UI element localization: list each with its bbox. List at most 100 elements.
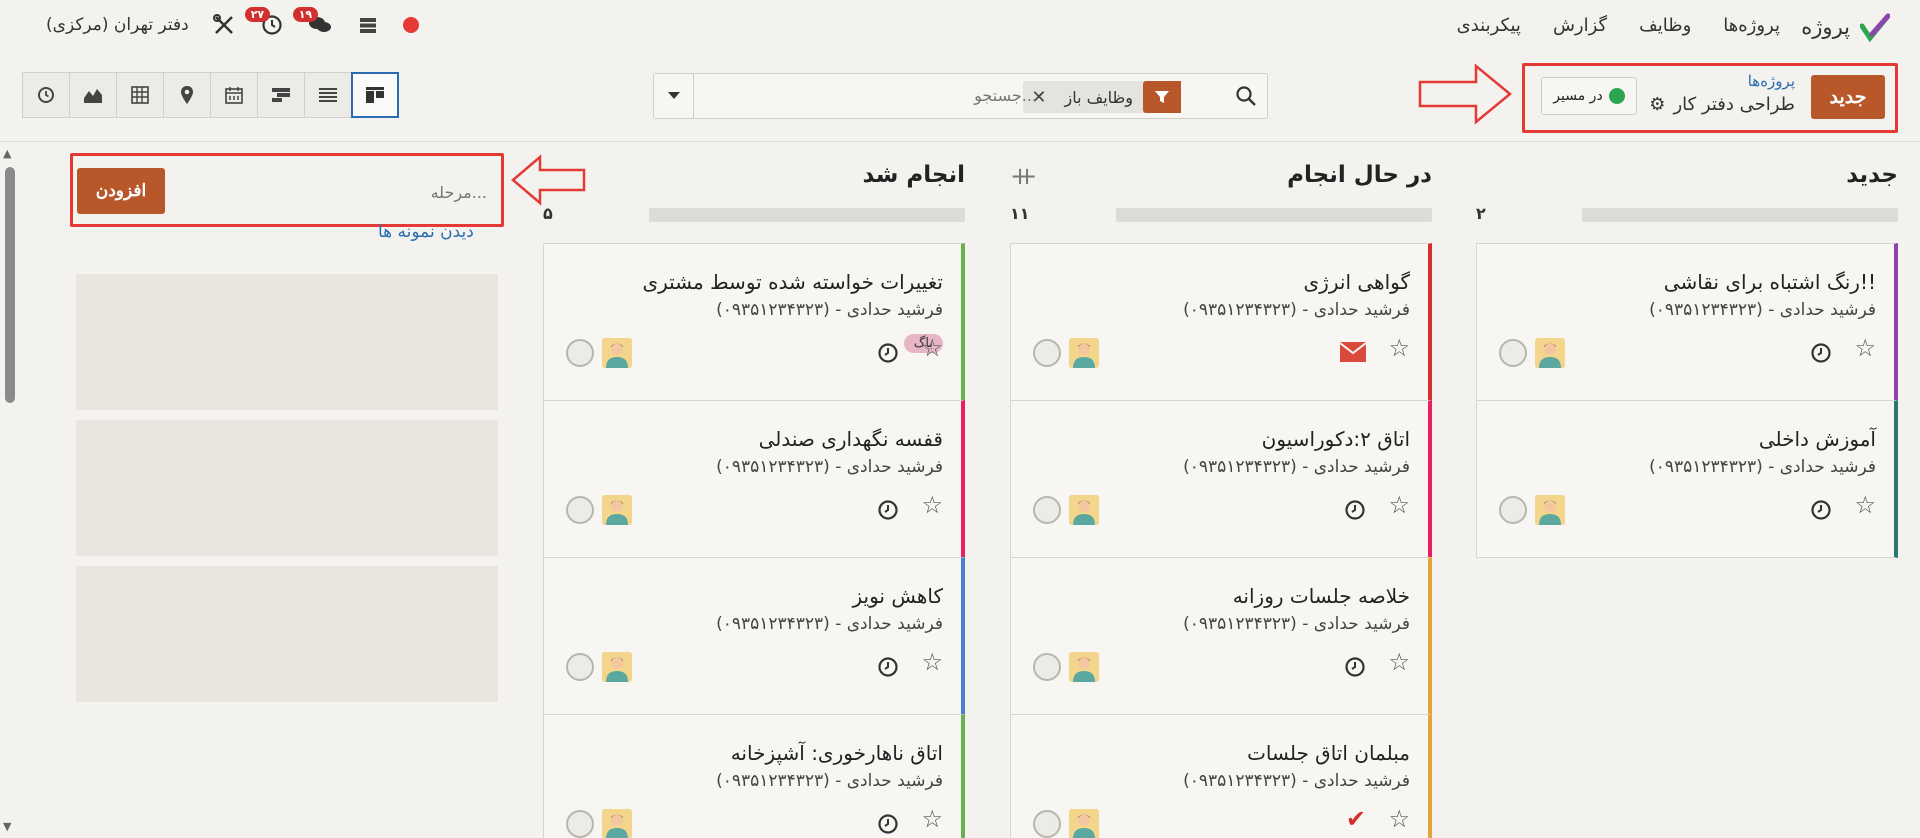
view-graph-button[interactable] [69,72,117,118]
task-card[interactable]: قفسه نگهداری صندلی فرشید حدادی - (۰۹۳۵۱۲… [543,400,965,558]
search-icon[interactable] [1235,85,1257,107]
breadcrumb-projects[interactable]: پروژه‌ها [1748,72,1795,90]
task-card[interactable]: خلاصه جلسات روزانه فرشید حدادی - (۰۹۳۵۱۲… [1010,557,1432,715]
avatar[interactable] [1535,338,1565,368]
view-map-button[interactable] [163,72,211,118]
menu-item-reporting[interactable]: گزارش [1553,15,1607,36]
new-task-button[interactable]: جدید [1811,75,1885,119]
view-gantt-button[interactable] [257,72,305,118]
star-icon[interactable]: ☆ [921,334,943,362]
avatar[interactable] [1069,338,1099,368]
task-card[interactable]: تغییرات خواسته شده توسط مشتری فرشید حداد… [543,243,965,401]
app-brand[interactable]: پروژه [1801,12,1890,42]
star-icon[interactable]: ☆ [1388,334,1410,362]
kanban-state-icon[interactable] [1033,653,1061,681]
clock-icon[interactable] [1810,342,1832,364]
menu-item-projects[interactable]: پروژه‌ها [1723,15,1780,36]
activity-clock-icon[interactable]: ۲۷ [244,7,285,38]
column-title[interactable]: جدید [1846,162,1898,188]
kanban-state-icon[interactable] [566,496,594,524]
star-icon[interactable]: ☆ [1388,805,1410,833]
view-calendar-button[interactable] [210,72,258,118]
stage-name-input[interactable] [187,172,487,212]
clock-icon[interactable] [877,656,899,678]
scroll-up-arrow-icon[interactable]: ▲ [3,147,11,160]
column-progress-bar[interactable] [1116,208,1432,222]
avatar[interactable] [1069,652,1099,682]
checkmark-icon[interactable]: ✔ [1346,805,1366,833]
task-customer: فرشید حدادی - (۰۹۳۵۱۲۳۴۳۲۳) [1649,457,1876,477]
star-icon[interactable]: ☆ [921,805,943,833]
see-examples-link[interactable]: دیدن نمونه ها [378,222,474,242]
search-input[interactable] [917,86,1037,105]
header-divider [0,141,1920,142]
debug-tools-icon[interactable] [211,12,237,38]
project-status-button[interactable]: در مسیر [1541,77,1637,115]
menu-item-tasks[interactable]: وظایف [1639,15,1691,36]
view-switcher [22,72,399,118]
company-switcher[interactable]: دفتر تهران (مرکزی) [46,15,189,35]
avatar[interactable] [1069,809,1099,838]
task-card[interactable]: گواهی انرژی فرشید حدادی - (۰۹۳۵۱۲۳۴۳۲۳) … [1010,243,1432,401]
menu-item-configuration[interactable]: پیکربندی [1457,15,1521,36]
column-cards: تغییرات خواسته شده توسط مشتری فرشید حداد… [543,243,965,838]
column-progress-bar[interactable] [649,208,965,222]
task-customer: فرشید حدادی - (۰۹۳۵۱۲۳۴۳۲۳) [1183,457,1410,477]
kanban-state-icon[interactable] [1499,339,1527,367]
scroll-down-arrow-icon[interactable]: ▼ [3,820,11,833]
clock-icon[interactable] [1344,499,1366,521]
task-card[interactable]: مبلمان اتاق جلسات فرشید حدادی - (۰۹۳۵۱۲۳… [1010,714,1432,838]
kanban-state-icon[interactable] [1499,496,1527,524]
task-card[interactable]: آموزش داخلی فرشید حدادی - (۰۹۳۵۱۲۳۴۳۲۳) … [1476,400,1898,558]
task-customer: فرشید حدادی - (۰۹۳۵۱۲۳۴۳۲۳) [1183,771,1410,791]
task-customer: فرشید حدادی - (۰۹۳۵۱۲۳۴۳۲۳) [716,457,943,477]
kanban-state-icon[interactable] [1033,339,1061,367]
task-card[interactable]: کاهش نویز فرشید حدادی - (۰۹۳۵۱۲۳۴۳۲۳) ☆ [543,557,965,715]
kanban-state-icon[interactable] [566,339,594,367]
star-icon[interactable]: ☆ [1854,491,1876,519]
clock-icon[interactable] [877,813,899,835]
kanban-state-icon[interactable] [1033,810,1061,838]
messages-chat-icon[interactable]: ۱۹ [292,7,333,38]
view-activity-button[interactable] [22,72,70,118]
search-options-toggle[interactable] [654,74,694,118]
clock-icon[interactable] [1344,656,1366,678]
clock-icon[interactable] [1810,499,1832,521]
clock-icon[interactable] [877,342,899,364]
task-card[interactable]: رنگ اشتباه برای نقاشی!! فرشید حدادی - (۰… [1476,243,1898,401]
database-icon[interactable] [355,12,381,38]
kanban-state-icon[interactable] [1033,496,1061,524]
clock-icon[interactable] [877,499,899,521]
status-indicator-icon[interactable] [402,17,419,33]
add-task-plus-icon[interactable]: + [1017,162,1037,190]
view-pivot-button[interactable] [116,72,164,118]
avatar[interactable] [1535,495,1565,525]
task-customer: فرشید حدادی - (۰۹۳۵۱۲۳۴۳۲۳) [1183,300,1410,320]
search-bar[interactable]: وظایف باز ✕ [653,73,1268,119]
view-list-button[interactable] [304,72,352,118]
gear-icon[interactable]: ⚙ [1649,94,1665,115]
star-icon[interactable]: ☆ [1388,648,1410,676]
task-card[interactable]: اتاق ناهارخوری: آشپزخانه فرشید حدادی - (… [543,714,965,838]
avatar[interactable] [602,495,632,525]
task-card[interactable]: اتاق ۲:دکوراسیون فرشید حدادی - (۰۹۳۵۱۲۳۴… [1010,400,1432,558]
envelope-icon[interactable] [1340,342,1366,362]
filter-facet[interactable]: وظایف باز ✕ [1023,81,1181,113]
column-progress-bar[interactable] [1582,208,1898,222]
avatar[interactable] [602,652,632,682]
add-stage-button[interactable]: افزودن [77,168,165,214]
avatar[interactable] [602,809,632,838]
column-title[interactable]: در حال انجام [1287,162,1432,188]
kanban-state-icon[interactable] [566,810,594,838]
column-title[interactable]: انجام شد [862,162,965,188]
vertical-scrollbar[interactable] [5,167,15,403]
avatar[interactable] [1069,495,1099,525]
kanban-state-icon[interactable] [566,653,594,681]
avatar[interactable] [602,338,632,368]
star-icon[interactable]: ☆ [921,491,943,519]
star-icon[interactable]: ☆ [921,648,943,676]
star-icon[interactable]: ☆ [1854,334,1876,362]
view-kanban-button[interactable] [351,72,399,118]
star-icon[interactable]: ☆ [1388,491,1410,519]
task-title: اتاق ۲:دکوراسیون [1261,427,1410,451]
